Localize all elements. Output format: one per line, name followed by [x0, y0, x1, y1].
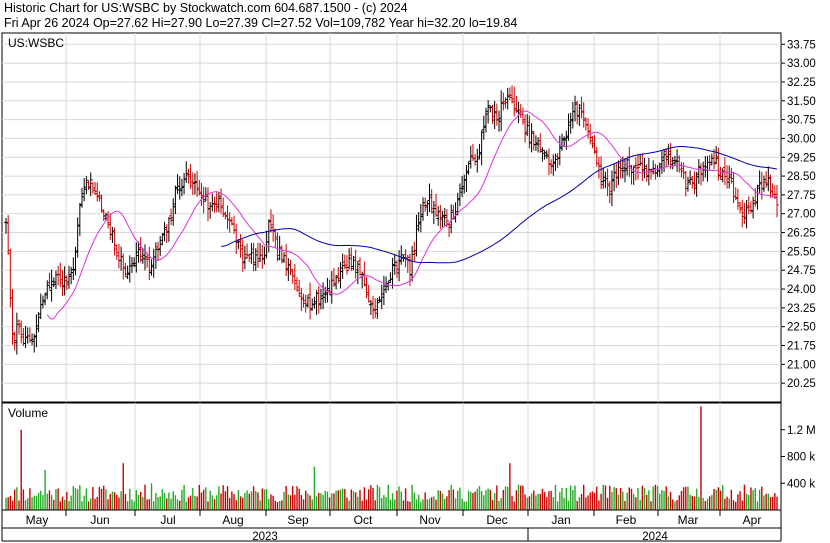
symbol-label: US:WSBC: [8, 36, 64, 50]
price-tick-label: 31.50: [787, 96, 816, 108]
price-tick-label: 33.00: [787, 58, 816, 70]
price-tick-label: 32.25: [787, 77, 816, 89]
price-tick-label: 21.00: [787, 359, 816, 371]
year-label: 2023: [252, 531, 278, 543]
price-tick-label: 21.75: [787, 341, 816, 353]
month-label: Aug: [222, 513, 243, 527]
price-volume-chart: 33.75 33.00 32.25 31.50 30.75 30.00 29.25 28.50…: [1, 32, 816, 543]
price-tick-label: 28.50: [787, 171, 816, 183]
price-tick-label: 26.25: [787, 228, 816, 240]
price-tick-label: 27.75: [787, 190, 816, 202]
chart-root: Historic Chart for US:WSBC by Stockwatch…: [0, 0, 830, 543]
month-label: Dec: [486, 513, 507, 527]
price-tick-label: 22.50: [787, 322, 816, 334]
month-label: Feb: [616, 513, 637, 527]
volume-title: Volume: [8, 406, 48, 420]
month-label: Oct: [354, 513, 373, 527]
price-tick-label: 33.75: [787, 39, 816, 51]
month-label: May: [26, 513, 49, 527]
price-panel: [1, 32, 782, 403]
price-tick-label: 27.00: [787, 209, 816, 221]
month-label: Jun: [90, 513, 109, 527]
price-tick-label: 30.00: [787, 133, 816, 145]
month-label: Mar: [678, 513, 699, 527]
month-label: Apr: [743, 513, 762, 527]
price-tick-label: 24.75: [787, 265, 816, 277]
price-tick-label: 25.50: [787, 246, 816, 258]
price-tick-label: 29.25: [787, 152, 816, 164]
month-label: Jul: [160, 513, 175, 527]
month-label: Sep: [287, 513, 309, 527]
volume-tick-label: 1.2 M: [787, 425, 816, 437]
month-label: Jan: [551, 513, 570, 527]
volume-tick-label: 400 k: [787, 478, 815, 490]
volume-tick-label: 800 k: [787, 452, 815, 464]
price-tick-label: 23.25: [787, 303, 816, 315]
price-tick-label: 24.00: [787, 284, 816, 296]
price-tick-label: 30.75: [787, 115, 816, 127]
year-label: 2024: [642, 531, 668, 543]
month-label: Nov: [419, 513, 440, 527]
price-tick-label: 20.25: [787, 378, 816, 390]
